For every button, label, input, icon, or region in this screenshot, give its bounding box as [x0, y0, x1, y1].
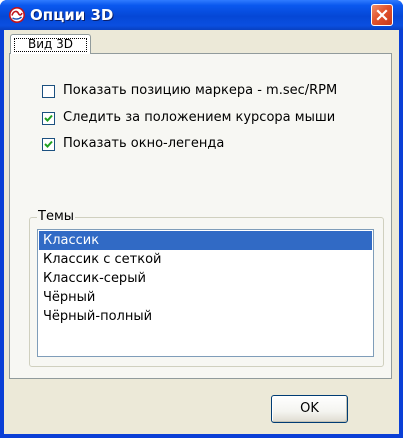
tab-view-3d[interactable]: Вид 3D — [10, 34, 91, 54]
option-label: Следить за положением курсора мыши — [63, 110, 336, 125]
theme-item-classic-gray[interactable]: Классик-серый — [39, 269, 372, 288]
checkbox-unchecked[interactable] — [42, 85, 55, 98]
title-bar[interactable]: Опции 3D — [0, 0, 403, 30]
option-label: Показать позицию маркера - m.sec/RPM — [63, 83, 338, 98]
themes-group-label: Темы — [37, 209, 76, 224]
option-label: Показать окно-легенда — [63, 136, 225, 151]
checkbox-checked[interactable] — [42, 138, 55, 151]
theme-item-classic-grid[interactable]: Классик с сеткой — [39, 250, 372, 269]
themes-listbox[interactable]: Классик Классик с сеткой Классик-серый Ч… — [37, 229, 374, 357]
theme-item-classic[interactable]: Классик — [39, 231, 372, 250]
tab-label: Вид 3D — [27, 37, 74, 51]
ok-button[interactable]: OK — [271, 395, 348, 423]
checkmark-icon — [44, 140, 53, 148]
app-logo-icon — [9, 7, 25, 23]
window-title: Опции 3D — [30, 6, 114, 24]
close-icon — [376, 9, 388, 21]
theme-item-black[interactable]: Чёрный — [39, 288, 372, 307]
checkbox-checked[interactable] — [42, 112, 55, 125]
options-dialog-window: Опции 3D Показать позицию маркера - m.se… — [0, 0, 403, 438]
ok-button-label: OK — [300, 401, 319, 416]
close-button[interactable] — [371, 4, 393, 26]
checkmark-icon — [44, 114, 53, 122]
theme-item-black-full[interactable]: Чёрный-полный — [39, 307, 372, 326]
